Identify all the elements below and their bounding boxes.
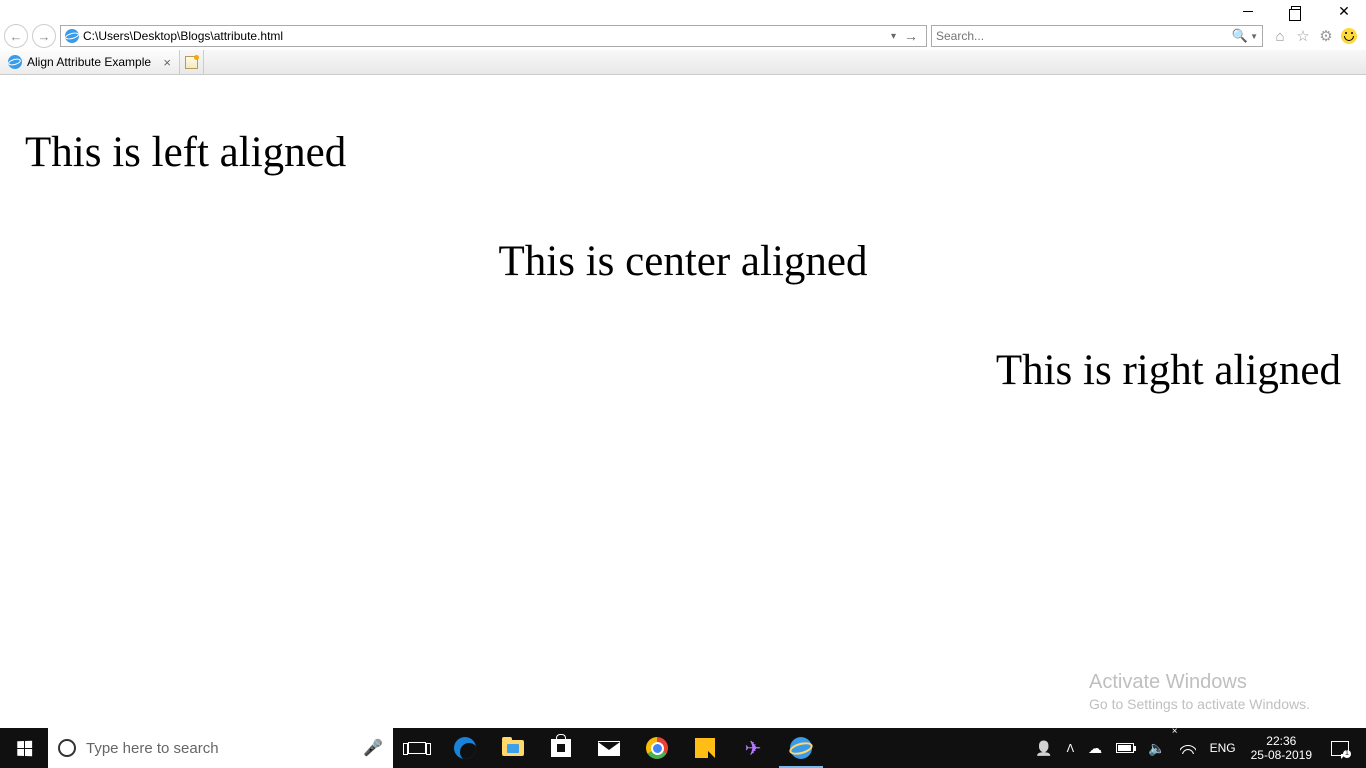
taskbar-search-placeholder: Type here to search xyxy=(86,740,219,757)
search-icon[interactable]: 🔍 xyxy=(1232,28,1248,44)
task-view-icon xyxy=(408,742,426,754)
internet-explorer-app-icon[interactable] xyxy=(777,728,825,768)
heading-right-aligned: This is right aligned xyxy=(25,346,1341,395)
chrome-app-icon[interactable] xyxy=(633,728,681,768)
heading-center-aligned: This is center aligned xyxy=(25,237,1341,286)
search-dropdown-icon[interactable]: ▼ xyxy=(1248,32,1258,41)
browser-tool-icons: ⌂ ☆ ⚙ xyxy=(1267,27,1362,45)
browser-navbar: ← → C:\Users\Desktop\Blogs\attribute.htm… xyxy=(0,22,1366,50)
clock-date: 25-08-2019 xyxy=(1251,748,1312,762)
store-app-icon[interactable] xyxy=(537,728,585,768)
mail-app-icon[interactable] xyxy=(585,728,633,768)
activate-windows-watermark: Activate Windows Go to Settings to activ… xyxy=(1089,671,1310,712)
minimize-icon xyxy=(1243,11,1253,12)
watermark-subtitle: Go to Settings to activate Windows. xyxy=(1089,696,1310,712)
start-button[interactable] xyxy=(0,728,48,768)
tab-active[interactable]: Align Attribute Example × xyxy=(0,50,180,74)
back-button[interactable]: ← xyxy=(4,24,28,48)
favorites-icon[interactable]: ☆ xyxy=(1294,27,1312,45)
battery-icon[interactable] xyxy=(1109,728,1141,768)
task-view-button[interactable] xyxy=(393,728,441,768)
tab-row: Align Attribute Example × xyxy=(0,50,1366,75)
maximize-button[interactable] xyxy=(1282,1,1310,21)
tray-overflow-icon[interactable]: ᐱ xyxy=(1060,728,1082,768)
clock-time: 22:36 xyxy=(1251,734,1312,748)
tab-close-button[interactable]: × xyxy=(163,55,171,70)
home-icon[interactable]: ⌂ xyxy=(1271,27,1289,45)
maximize-icon xyxy=(1291,6,1301,16)
address-url: C:\Users\Desktop\Blogs\attribute.html xyxy=(83,29,283,43)
new-tab-button[interactable] xyxy=(180,50,204,74)
language-indicator[interactable]: ENG xyxy=(1203,728,1243,768)
heading-left-aligned: This is left aligned xyxy=(25,128,1341,177)
search-bar[interactable]: 🔍 ▼ xyxy=(931,25,1263,47)
people-icon[interactable] xyxy=(1028,728,1059,768)
window-titlebar: ✕ xyxy=(0,0,1366,22)
minimize-button[interactable] xyxy=(1234,1,1262,21)
cortana-icon xyxy=(58,739,76,757)
volume-muted-icon[interactable]: 🔈 xyxy=(1141,728,1172,768)
windows-taskbar: Type here to search 🎤 ✈ ᐱ ☁ 🔈 ENG 22:36 … xyxy=(0,728,1366,768)
pinned-apps: ✈ xyxy=(441,728,825,768)
sticky-notes-app-icon[interactable] xyxy=(681,728,729,768)
tab-title: Align Attribute Example xyxy=(27,55,151,69)
close-button[interactable]: ✕ xyxy=(1330,1,1358,21)
file-explorer-app-icon[interactable] xyxy=(489,728,537,768)
microphone-icon[interactable]: 🎤 xyxy=(363,738,383,758)
watermark-title: Activate Windows xyxy=(1089,671,1310,694)
ie-favicon-icon xyxy=(8,55,22,69)
system-tray: ᐱ ☁ 🔈 ENG 22:36 25-08-2019 1 xyxy=(1028,728,1366,768)
windows-logo-icon xyxy=(17,740,32,755)
taskbar-search[interactable]: Type here to search 🎤 xyxy=(48,728,393,768)
address-bar[interactable]: C:\Users\Desktop\Blogs\attribute.html ▾ … xyxy=(60,25,927,47)
edge-app-icon[interactable] xyxy=(441,728,489,768)
forward-button[interactable]: → xyxy=(32,24,56,48)
tools-icon[interactable]: ⚙ xyxy=(1317,27,1335,45)
ie-page-icon xyxy=(65,29,79,43)
new-tab-icon xyxy=(185,56,198,69)
send-app-icon[interactable]: ✈ xyxy=(729,728,777,768)
taskbar-clock[interactable]: 22:36 25-08-2019 xyxy=(1243,734,1320,763)
page-content: This is left aligned This is center alig… xyxy=(0,75,1366,480)
go-button[interactable]: → xyxy=(900,28,922,44)
address-dropdown-icon[interactable]: ▾ xyxy=(887,31,900,42)
search-input[interactable] xyxy=(936,29,1232,43)
feedback-smiley-icon[interactable] xyxy=(1340,27,1358,45)
notification-badge: 1 xyxy=(1343,750,1351,758)
onedrive-icon[interactable]: ☁ xyxy=(1081,728,1109,768)
action-center-icon[interactable]: 1 xyxy=(1320,728,1366,768)
